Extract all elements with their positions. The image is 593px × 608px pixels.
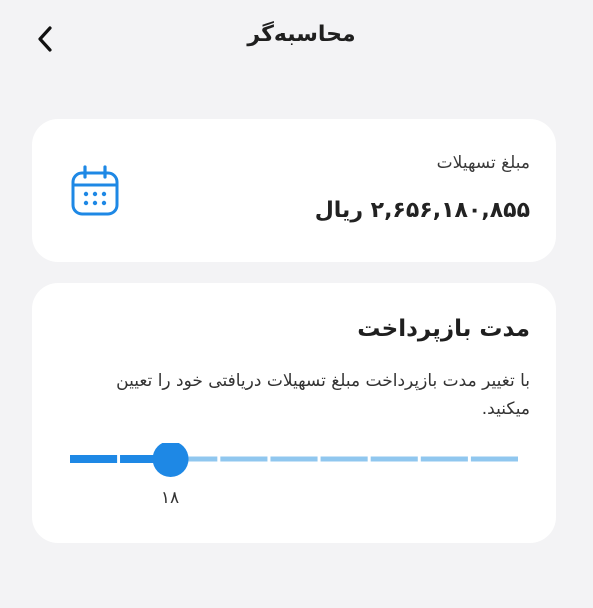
app-header: محاسبه‌گر bbox=[0, 0, 593, 80]
slider-segment[interactable] bbox=[420, 456, 468, 462]
loan-amount-value: ۲,۶۵۶,۱۸۰,۸۵۵ ریال bbox=[314, 198, 530, 223]
loan-amount-label: مبلغ تسهیلات bbox=[436, 153, 530, 173]
loan-amount-card: مبلغ تسهیلات ۲,۶۵۶,۱۸۰,۸۵۵ ریال bbox=[32, 119, 556, 262]
slider-segment[interactable] bbox=[370, 456, 418, 462]
calendar-icon bbox=[71, 165, 119, 216]
slider-track[interactable] bbox=[70, 455, 518, 463]
slider-segment[interactable] bbox=[320, 456, 368, 462]
page-title: محاسبه‌گر bbox=[247, 22, 356, 47]
slider-segment[interactable] bbox=[220, 456, 268, 462]
slider-thumb[interactable] bbox=[152, 443, 189, 477]
duration-description: با تغییر مدت بازپرداخت مبلغ تسهیلات دریا… bbox=[116, 371, 530, 419]
duration-title: مدت بازپرداخت bbox=[357, 316, 530, 342]
slider-segment[interactable] bbox=[70, 455, 118, 463]
slider-segment[interactable] bbox=[270, 456, 318, 462]
duration-slider[interactable] bbox=[70, 443, 520, 483]
repayment-duration-card: مدت بازپرداخت با تغییر مدت بازپرداخت مبل… bbox=[32, 283, 556, 543]
slider-value-label: ۱۸ bbox=[160, 488, 180, 508]
slider-segment[interactable] bbox=[470, 456, 518, 462]
